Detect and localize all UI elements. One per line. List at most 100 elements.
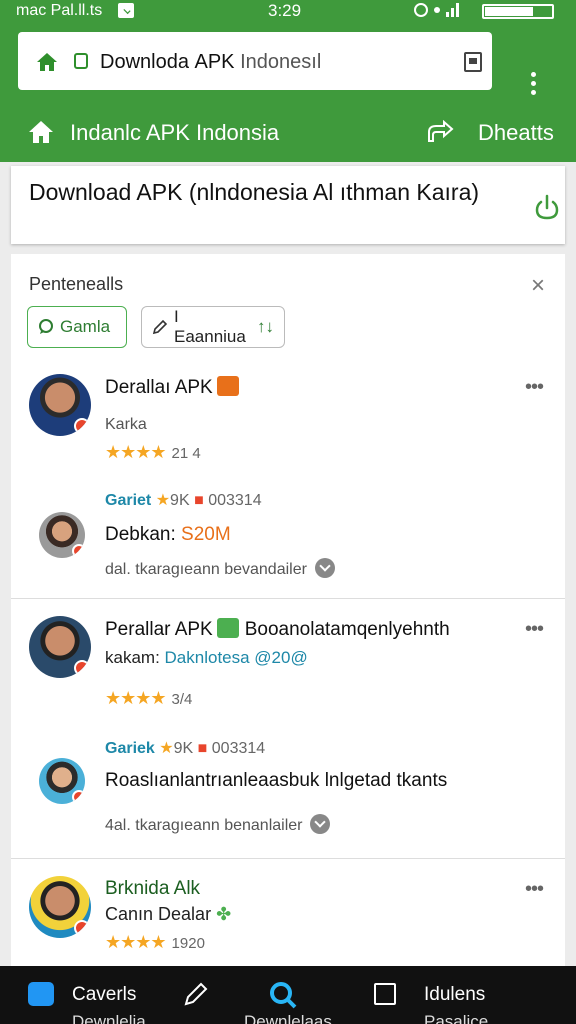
rating: ★★★★ 21 4 bbox=[105, 442, 201, 462]
stat-code: 003314 bbox=[208, 492, 262, 509]
site-header: Indanlc APK Indonsia Dheatts bbox=[0, 100, 576, 162]
download-link-text: 4al. tkaragıeann benanlailer bbox=[105, 817, 303, 834]
size-value: S20M bbox=[181, 524, 231, 545]
address-bar[interactable]: Downlodа APK Indonesıl bbox=[18, 32, 492, 90]
avatar bbox=[39, 512, 85, 558]
nav-sublabel: Dewnlelia bbox=[72, 1012, 146, 1024]
stat-row: Gariek ★9K ■ 003314 bbox=[105, 738, 265, 758]
size-info: Debkan: S20M bbox=[105, 524, 231, 546]
gift-icon: ■ bbox=[194, 492, 204, 509]
download-icon[interactable] bbox=[535, 194, 559, 225]
nav-label: Caverls bbox=[72, 984, 137, 1005]
puzzle-icon: ✤ bbox=[216, 904, 232, 924]
nav-sublabel: Dewnlelaas bbox=[244, 1012, 332, 1024]
nav-item-downloads[interactable]: Dewnlelaas bbox=[244, 966, 354, 1024]
app-name-text: Perallar APK bbox=[105, 619, 213, 640]
avatar bbox=[39, 758, 85, 804]
overflow-menu-icon[interactable] bbox=[530, 72, 538, 99]
content-panel: Pentenealls × Gamla I Eaanniua ↑↓ Derall… bbox=[11, 254, 565, 974]
more-options-icon[interactable]: ••• bbox=[525, 878, 544, 901]
nav-label: Idulens bbox=[424, 984, 486, 1005]
star-icon: ★ bbox=[155, 492, 171, 509]
chevron-down-icon[interactable] bbox=[314, 558, 335, 578]
trend-icon: ↑↓ bbox=[257, 317, 274, 336]
app-developer: Canın Dealar ✤ bbox=[105, 904, 231, 925]
stat-brand[interactable]: Gariek bbox=[105, 740, 155, 757]
developer-label: kakam: bbox=[105, 648, 160, 667]
status-bar: mac Pal.ll.ts 3:29 bbox=[0, 0, 576, 24]
close-icon[interactable]: × bbox=[531, 272, 545, 300]
app-name[interactable]: Brknida Alk bbox=[105, 878, 200, 900]
badge-icon bbox=[72, 544, 85, 558]
list-item[interactable]: Brknida Alk ••• Canın Dealar ✤ ★★★★ 1920 bbox=[11, 874, 565, 974]
pencil-icon bbox=[182, 980, 210, 1013]
stat-code: 003314 bbox=[211, 740, 266, 757]
tabs-icon bbox=[374, 983, 396, 1005]
app-developer: Karka bbox=[105, 416, 147, 433]
developer-link[interactable]: Daknlotesa @20@ bbox=[165, 648, 308, 667]
url-domain: Indonesıl bbox=[240, 51, 322, 73]
header-right-link[interactable]: Dheatts bbox=[478, 120, 554, 146]
browser-toolbar: Downlodа APK Indonesıl bbox=[0, 24, 576, 100]
developer-name: Canın Dealar bbox=[105, 904, 212, 924]
home-icon[interactable] bbox=[36, 52, 58, 77]
title-card: Download APK (nlndonesia Al ıthman Kaıra… bbox=[11, 166, 565, 244]
star-icon: ★ bbox=[159, 740, 174, 757]
download-link[interactable]: dal. tkaragıeann bevandailer bbox=[105, 558, 335, 579]
app-name[interactable]: Perallar APK Booanolatamqenlyehnth bbox=[105, 618, 450, 641]
carrier-label: mac Pal.ll.ts bbox=[16, 2, 103, 19]
list-item[interactable]: Derallaı APK ••• Karka ★★★★ 21 4 Gariet ★… bbox=[11, 370, 565, 598]
gift-icon: ■ bbox=[197, 740, 208, 757]
battery-icon bbox=[482, 4, 554, 19]
status-icons bbox=[414, 3, 459, 17]
page-headline: Download APK (nlndonesia Al ıthman Kaıra… bbox=[29, 179, 480, 205]
avatar bbox=[29, 876, 91, 938]
chip-games[interactable]: Gamla bbox=[27, 306, 127, 348]
download-link[interactable]: 4al. tkaragıeann benanlailer bbox=[105, 814, 331, 835]
description: Roaslıanlantrıanleaasbuk lnlgetad tkants bbox=[105, 770, 448, 791]
chip-label: I Eaanniua bbox=[174, 307, 246, 346]
badge-icon bbox=[74, 660, 90, 676]
chevron-down-icon[interactable] bbox=[310, 814, 331, 834]
rating: ★★★★ 1920 bbox=[105, 932, 205, 952]
nav-item-categories[interactable]: Caverls Dewnlelia bbox=[26, 966, 176, 1024]
rating-count: 3/4 bbox=[171, 691, 193, 708]
more-options-icon[interactable]: ••• bbox=[525, 376, 544, 399]
app-name[interactable]: Derallaı APK bbox=[105, 376, 239, 399]
notification-icon bbox=[118, 3, 134, 18]
url-path: Downlodа APK bbox=[100, 51, 235, 73]
size-label: Debkan: bbox=[105, 524, 182, 545]
rating-count: 1920 bbox=[171, 935, 205, 952]
more-options-icon[interactable]: ••• bbox=[525, 618, 544, 641]
chip-label: Gamla bbox=[60, 317, 111, 336]
app-tag-icon bbox=[216, 376, 239, 396]
badge-icon bbox=[74, 418, 90, 434]
app-tag-icon bbox=[216, 618, 239, 638]
site-title[interactable]: Indanlc APK Indonsia bbox=[70, 120, 279, 146]
badge-icon bbox=[72, 790, 85, 804]
list-item[interactable]: Perallar APK Booanolatamqenlyehnth ••• ka… bbox=[11, 614, 565, 844]
secure-page-icon bbox=[74, 53, 88, 69]
reader-mode-icon[interactable] bbox=[464, 52, 482, 72]
app-name-text: Derallaı APK bbox=[105, 377, 213, 398]
nav-item-edit[interactable] bbox=[180, 966, 220, 1024]
download-link-text: dal. tkaragıeann bevandailer bbox=[105, 561, 307, 578]
home-icon[interactable] bbox=[28, 120, 54, 149]
url-text[interactable]: Downlodа APK Indonesıl bbox=[100, 51, 321, 74]
app-name-text: Brknida Alk bbox=[105, 878, 201, 899]
stat-brand[interactable]: Gariet bbox=[105, 492, 151, 509]
chat-bubble-icon bbox=[38, 319, 54, 335]
search-icon bbox=[268, 980, 298, 1015]
alarm-icon bbox=[414, 3, 428, 17]
stat-row: Gariet ★9K ■ 003314 bbox=[105, 490, 262, 510]
badge-icon bbox=[74, 920, 90, 936]
stat-text: 9K bbox=[173, 740, 194, 757]
categories-icon bbox=[28, 982, 54, 1006]
panel-title: Pentenealls bbox=[29, 274, 124, 294]
share-icon[interactable] bbox=[426, 119, 454, 149]
avatar bbox=[29, 616, 91, 678]
stat-text: 9K bbox=[170, 492, 190, 509]
nav-item-tabs[interactable] bbox=[372, 966, 402, 1024]
nav-item-profile[interactable]: Idulens Pasalice bbox=[424, 966, 564, 1024]
chip-trending[interactable]: I Eaanniua ↑↓ bbox=[141, 306, 285, 348]
